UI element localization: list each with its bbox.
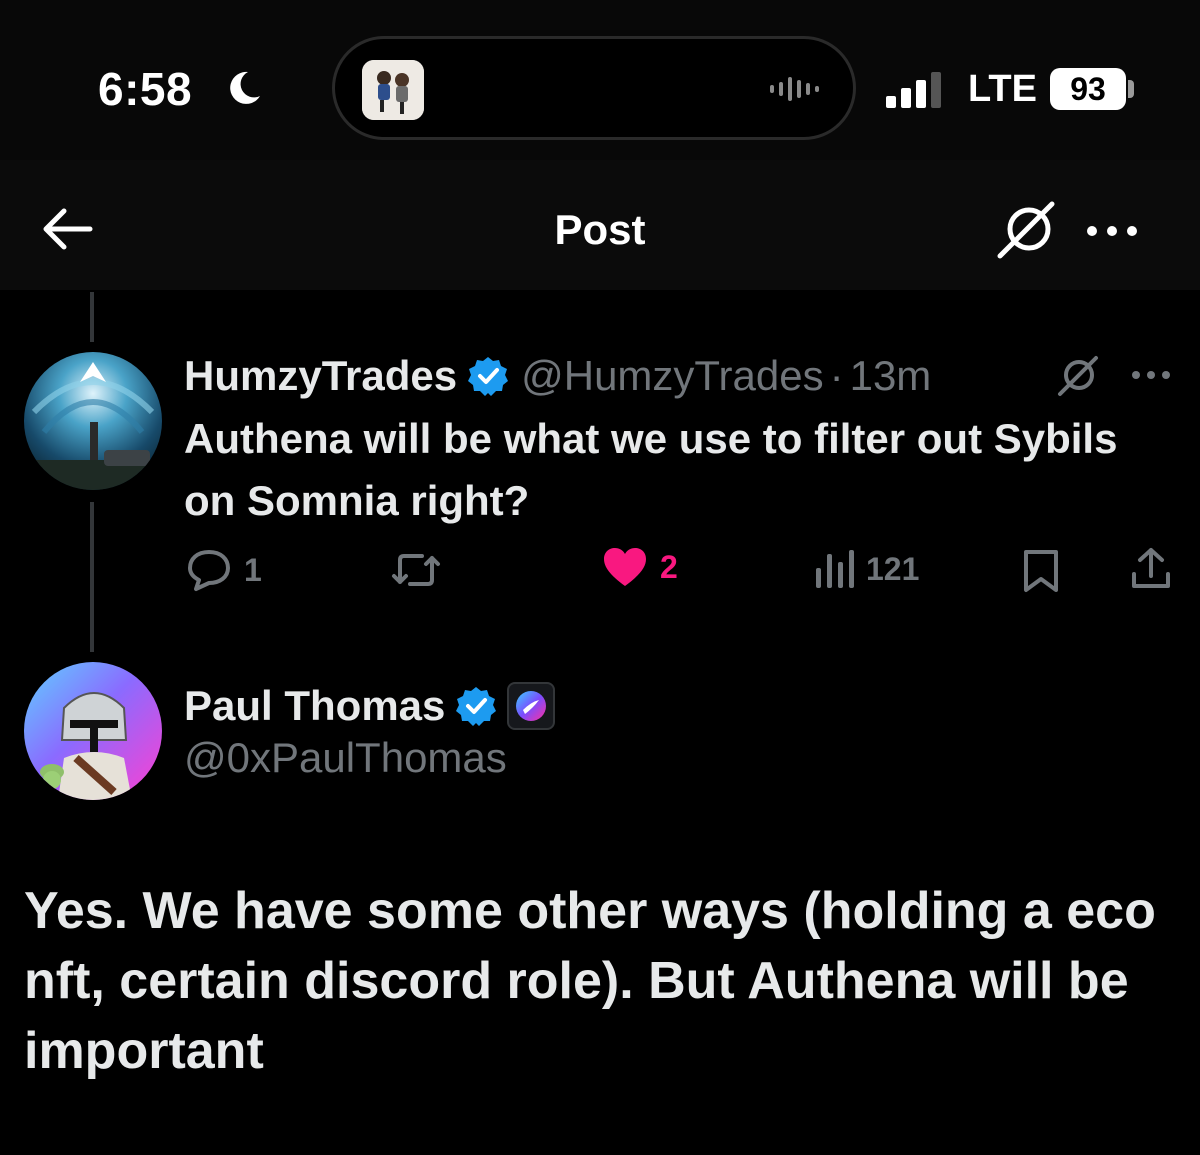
audio-wave-icon — [770, 77, 819, 101]
tweet-header: HumzyTrades @HumzyTrades · 13m — [184, 346, 931, 406]
network-type: LTE — [968, 68, 1037, 110]
avatar[interactable] — [24, 662, 162, 800]
battery-level: 93 — [1050, 68, 1126, 110]
bookmark-icon — [1024, 550, 1058, 592]
more-icon[interactable] — [1130, 364, 1172, 386]
share-icon — [1132, 548, 1170, 588]
tweet-header: Paul Thomas — [184, 676, 556, 736]
separator-dot: · — [829, 352, 844, 399]
display-name[interactable]: Paul Thomas — [184, 682, 445, 730]
handle[interactable]: @HumzyTrades — [521, 352, 823, 400]
views-count: 121 — [866, 550, 920, 587]
more-icon[interactable] — [1084, 216, 1140, 246]
reply-button[interactable]: 1 — [186, 548, 262, 592]
affiliate-badge-icon[interactable] — [507, 682, 556, 730]
grok-icon[interactable] — [996, 200, 1058, 260]
bookmark-button[interactable] — [1020, 548, 1062, 594]
now-playing-artwork[interactable] — [362, 60, 424, 120]
signal-icon — [886, 72, 941, 108]
display-name[interactable]: HumzyTrades — [184, 352, 457, 400]
like-button[interactable]: 2 — [602, 546, 678, 588]
retweet-icon — [392, 554, 440, 586]
battery-cap — [1128, 80, 1134, 98]
tweet-text: Yes. We have some other ways (holding a … — [24, 882, 1156, 1080]
views-button[interactable]: 121 — [814, 548, 919, 590]
grok-icon[interactable] — [1056, 354, 1100, 398]
thread-line — [90, 502, 94, 652]
tweet-text: Authena will be what we use to filter ou… — [184, 415, 1118, 524]
reply-count: 1 — [244, 551, 262, 588]
verified-badge-icon — [468, 357, 509, 396]
like-count: 2 — [660, 548, 678, 585]
handle[interactable]: @0xPaulThomas — [184, 734, 507, 782]
tweet-time[interactable]: 13m — [850, 352, 932, 400]
views-icon — [816, 550, 854, 588]
retweet-button[interactable] — [390, 548, 442, 592]
share-button[interactable] — [1128, 546, 1174, 592]
heart-icon — [604, 548, 646, 586]
reply-icon — [188, 550, 230, 591]
verified-badge-icon — [456, 687, 497, 726]
avatar[interactable] — [24, 352, 162, 490]
status-time: 6:58 — [98, 63, 193, 115]
moon-icon — [230, 71, 260, 104]
thread-line — [90, 292, 94, 342]
